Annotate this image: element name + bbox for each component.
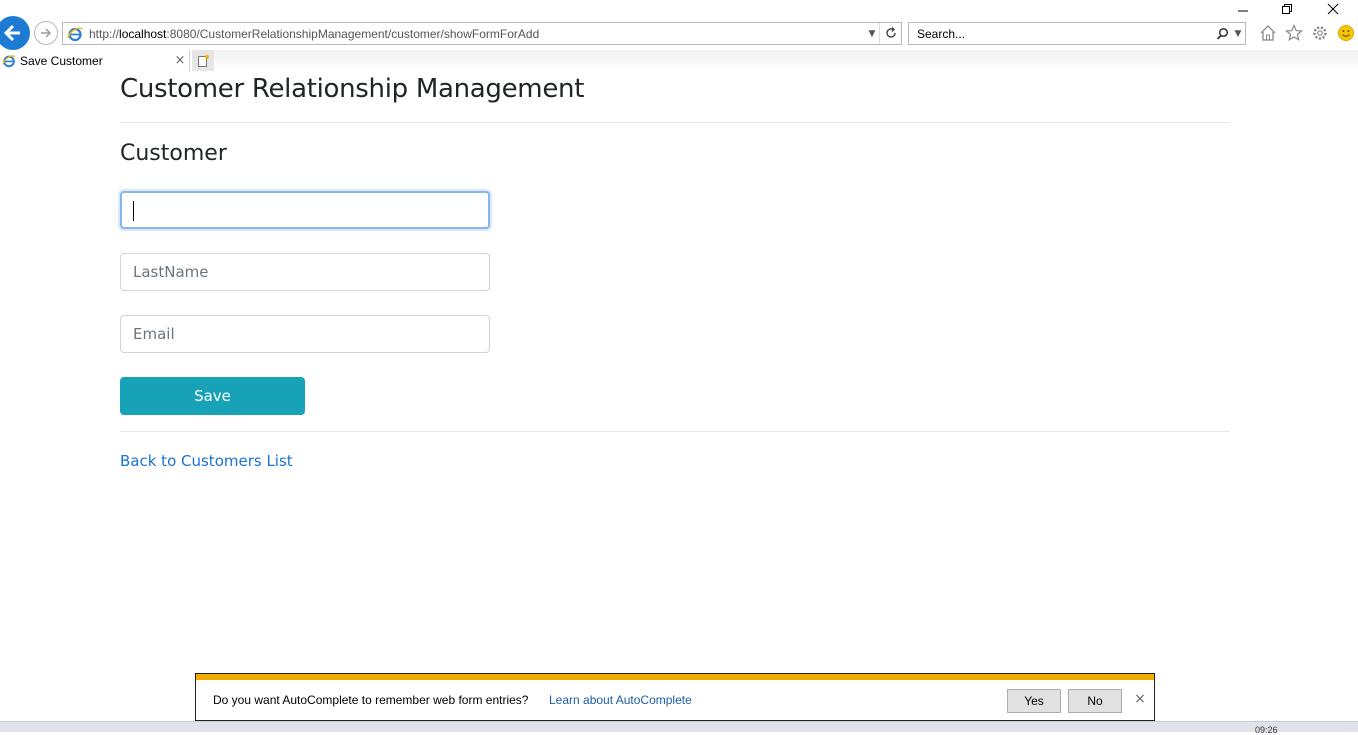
address-dropdown-icon[interactable]: ▼	[865, 29, 879, 39]
section-title: Customer	[120, 141, 227, 166]
favorites-star-icon[interactable]	[1284, 23, 1304, 43]
address-url[interactable]: http://localhost:8080/CustomerRelationsh…	[89, 27, 865, 41]
back-to-list-link[interactable]: Back to Customers List	[120, 452, 293, 470]
save-button[interactable]: Save	[120, 377, 305, 415]
no-button[interactable]: No	[1068, 689, 1122, 713]
autocomplete-notification: Do you want AutoComplete to remember web…	[195, 673, 1155, 721]
minimize-icon	[1238, 10, 1248, 12]
notification-close-icon[interactable]: ×	[1132, 691, 1148, 709]
ie-tab-icon	[2, 54, 16, 67]
email-field[interactable]	[120, 315, 490, 353]
learn-autocomplete-link[interactable]: Learn about AutoComplete	[549, 693, 692, 707]
back-button[interactable]	[0, 16, 30, 50]
ie-page-icon	[67, 27, 83, 41]
footer-divider	[120, 431, 1230, 432]
header-divider	[120, 122, 1230, 123]
search-dropdown-icon[interactable]: ▼	[1231, 29, 1245, 39]
minimize-button[interactable]	[1220, 0, 1266, 18]
arrow-right-icon	[41, 28, 52, 38]
browser-chrome: http://localhost:8080/CustomerRelationsh…	[0, 0, 1358, 72]
page-title: Customer Relationship Management	[120, 74, 585, 104]
browser-search-box[interactable]: Search... ▼	[908, 22, 1246, 45]
new-tab-button[interactable]	[192, 50, 214, 71]
taskbar-clock: 09:26	[1255, 725, 1278, 735]
arrow-left-icon	[3, 24, 20, 42]
search-placeholder: Search...	[917, 26, 966, 41]
toolbar-icons	[1258, 22, 1356, 44]
notification-message: Do you want AutoComplete to remember web…	[213, 693, 529, 707]
text-caret	[133, 201, 134, 221]
address-bar[interactable]: http://localhost:8080/CustomerRelationsh…	[62, 22, 902, 45]
url-path: :8080/CustomerRelationshipManagement/cus…	[166, 26, 540, 41]
taskbar: 09:26	[0, 721, 1358, 735]
last-name-field[interactable]	[120, 253, 490, 291]
search-icon[interactable]	[1213, 27, 1231, 40]
refresh-icon	[885, 27, 896, 38]
gear-icon[interactable]	[1310, 23, 1330, 43]
refresh-button[interactable]	[879, 23, 901, 44]
close-icon	[1327, 3, 1339, 15]
tab-save-customer[interactable]: Save Customer ×	[0, 50, 190, 71]
tab-close-icon[interactable]: ×	[171, 53, 189, 68]
close-window-button[interactable]	[1310, 0, 1356, 18]
smiley-feedback-icon[interactable]	[1336, 23, 1356, 43]
magnifier-icon	[1216, 27, 1228, 40]
notification-stripe	[196, 674, 1154, 680]
new-tab-icon	[198, 54, 209, 67]
restore-icon	[1282, 4, 1292, 14]
url-scheme: http://	[89, 26, 120, 41]
home-icon[interactable]	[1258, 23, 1278, 43]
url-host: localhost	[119, 26, 167, 41]
tab-strip	[214, 50, 1358, 72]
tab-title: Save Customer	[20, 53, 103, 68]
yes-button[interactable]: Yes	[1007, 689, 1061, 713]
first-name-field[interactable]	[120, 191, 490, 229]
forward-button[interactable]	[34, 21, 58, 45]
restore-button[interactable]	[1264, 0, 1310, 18]
